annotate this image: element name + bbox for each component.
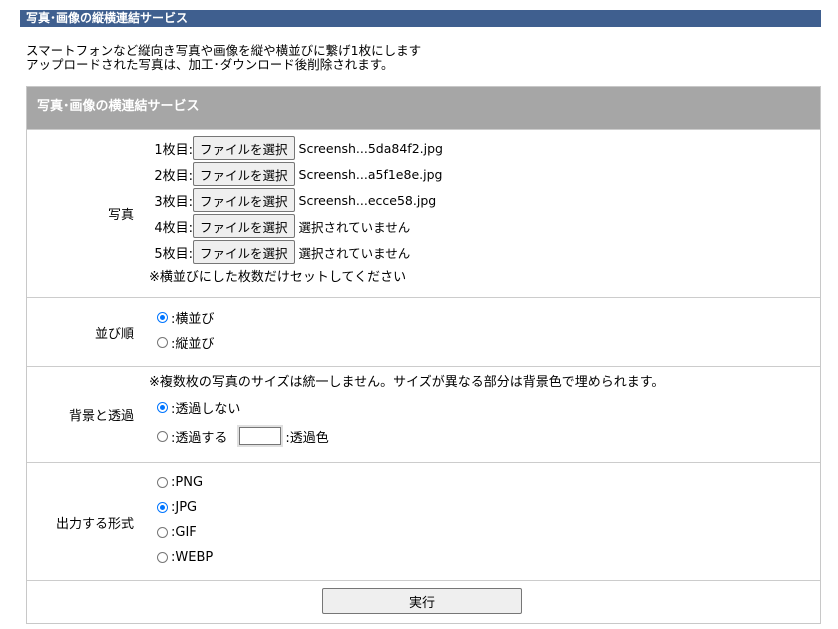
choose-file-button-3[interactable]: ファイルを選択 [193,188,295,212]
radio-label: :PNG [171,475,204,490]
radio-button-checked[interactable] [157,502,168,513]
photos-label: 写真 [107,208,134,223]
format-option-gif[interactable]: :GIF [157,520,213,545]
background-row: 背景と透過 ※複数枚の写真のサイズは統一しません。サイズが異なる部分は背景色で埋… [27,366,820,462]
file-row-4: 4枚目: ファイルを選択 選択されていません [149,213,443,239]
transparent-color-picker[interactable] [239,427,282,445]
execute-button[interactable]: 実行 [322,588,522,614]
choose-file-button-2[interactable]: ファイルを選択 [193,162,295,186]
form-panel: 写真･画像の横連結サービス 写真 1枚目: ファイルを選択 Screensh..… [26,86,821,624]
file-number: 5枚目: [154,246,193,262]
background-option-opaque[interactable]: :透過しない [157,393,664,421]
file-number: 3枚目: [154,194,193,210]
radio-label: :WEBP [171,550,214,565]
background-option-transparent: :透過する :透過色 [157,421,664,451]
format-row: 出力する形式 :PNG :JPG :GIF :WEBP [27,462,820,580]
choose-file-button-1[interactable]: ファイルを選択 [193,136,295,160]
file-number: 2枚目: [154,168,193,184]
file-row-1: 1枚目: ファイルを選択 Screensh...5da84f2.jpg [149,135,443,161]
format-option-webp[interactable]: :WEBP [157,545,213,570]
file-row-2: 2枚目: ファイルを選択 Screensh...a5f1e8e.jpg [149,161,443,187]
file-number: 1枚目: [154,142,193,158]
radio-button-checked[interactable] [157,401,168,413]
file-name: 選択されていません [298,219,411,235]
radio-label: :JPG [171,500,198,515]
radio-button[interactable] [157,527,168,538]
radio-button[interactable] [157,337,168,348]
description: スマートフォンなど縦向き写真や画像を縦や横並びに繋げ1枚にします アップロードさ… [26,44,421,72]
choose-file-button-5[interactable]: ファイルを選択 [193,240,295,264]
order-label: 並び順 [94,327,134,342]
top-title-bar: 写真･画像の縦横連結サービス [20,10,821,27]
format-option-jpg[interactable]: :JPG [157,495,213,520]
submit-row: 実行 [27,580,820,627]
radio-label: :縦並び [171,337,215,352]
background-options: ※複数枚の写真のサイズは統一しません。サイズが異なる部分は背景色で埋められます。… [149,373,664,451]
radio-button-checked[interactable] [157,312,168,323]
description-line-2: アップロードされた写真は、加工･ダウンロード後削除されます。 [26,57,394,72]
format-options: :PNG :JPG :GIF :WEBP [157,470,213,570]
background-label: 背景と透過 [68,409,134,424]
file-number: 4枚目: [154,220,193,236]
color-label: :透過色 [285,430,329,446]
radio-label: :透過しない [171,401,241,417]
file-name: 選択されていません [298,245,411,261]
file-name: Screensh...ecce58.jpg [298,192,437,208]
photos-note: ※横並びにした枚数だけセットしてください [149,270,407,285]
photos-row: 写真 1枚目: ファイルを選択 Screensh...5da84f2.jpg 2… [27,129,820,297]
file-inputs: 1枚目: ファイルを選択 Screensh...5da84f2.jpg 2枚目:… [149,135,443,291]
radio-label: :GIF [171,525,197,540]
file-name: Screensh...a5f1e8e.jpg [298,166,443,182]
choose-file-button-4[interactable]: ファイルを選択 [193,214,295,238]
format-option-png[interactable]: :PNG [157,470,213,495]
order-option-horizontal[interactable]: :横並び [157,305,214,330]
radio-button[interactable] [157,477,168,488]
panel-title: 写真･画像の横連結サービス [27,87,820,129]
file-row-3: 3枚目: ファイルを選択 Screensh...ecce58.jpg [149,187,443,213]
radio-button[interactable] [157,430,168,442]
description-line-1: スマートフォンなど縦向き写真や画像を縦や横並びに繋げ1枚にします [26,43,422,58]
format-label: 出力する形式 [55,517,134,532]
order-row: 並び順 :横並び :縦並び [27,297,820,366]
order-option-vertical[interactable]: :縦並び [157,330,214,355]
file-row-5: 5枚目: ファイルを選択 選択されていません [149,239,443,265]
order-options: :横並び :縦並び [157,305,214,355]
background-note: ※複数枚の写真のサイズは統一しません。サイズが異なる部分は背景色で埋められます。 [149,375,665,390]
radio-label: :横並び [171,312,215,327]
radio-label: :透過する [171,430,228,446]
radio-button[interactable] [157,552,168,563]
file-name: Screensh...5da84f2.jpg [298,140,443,156]
